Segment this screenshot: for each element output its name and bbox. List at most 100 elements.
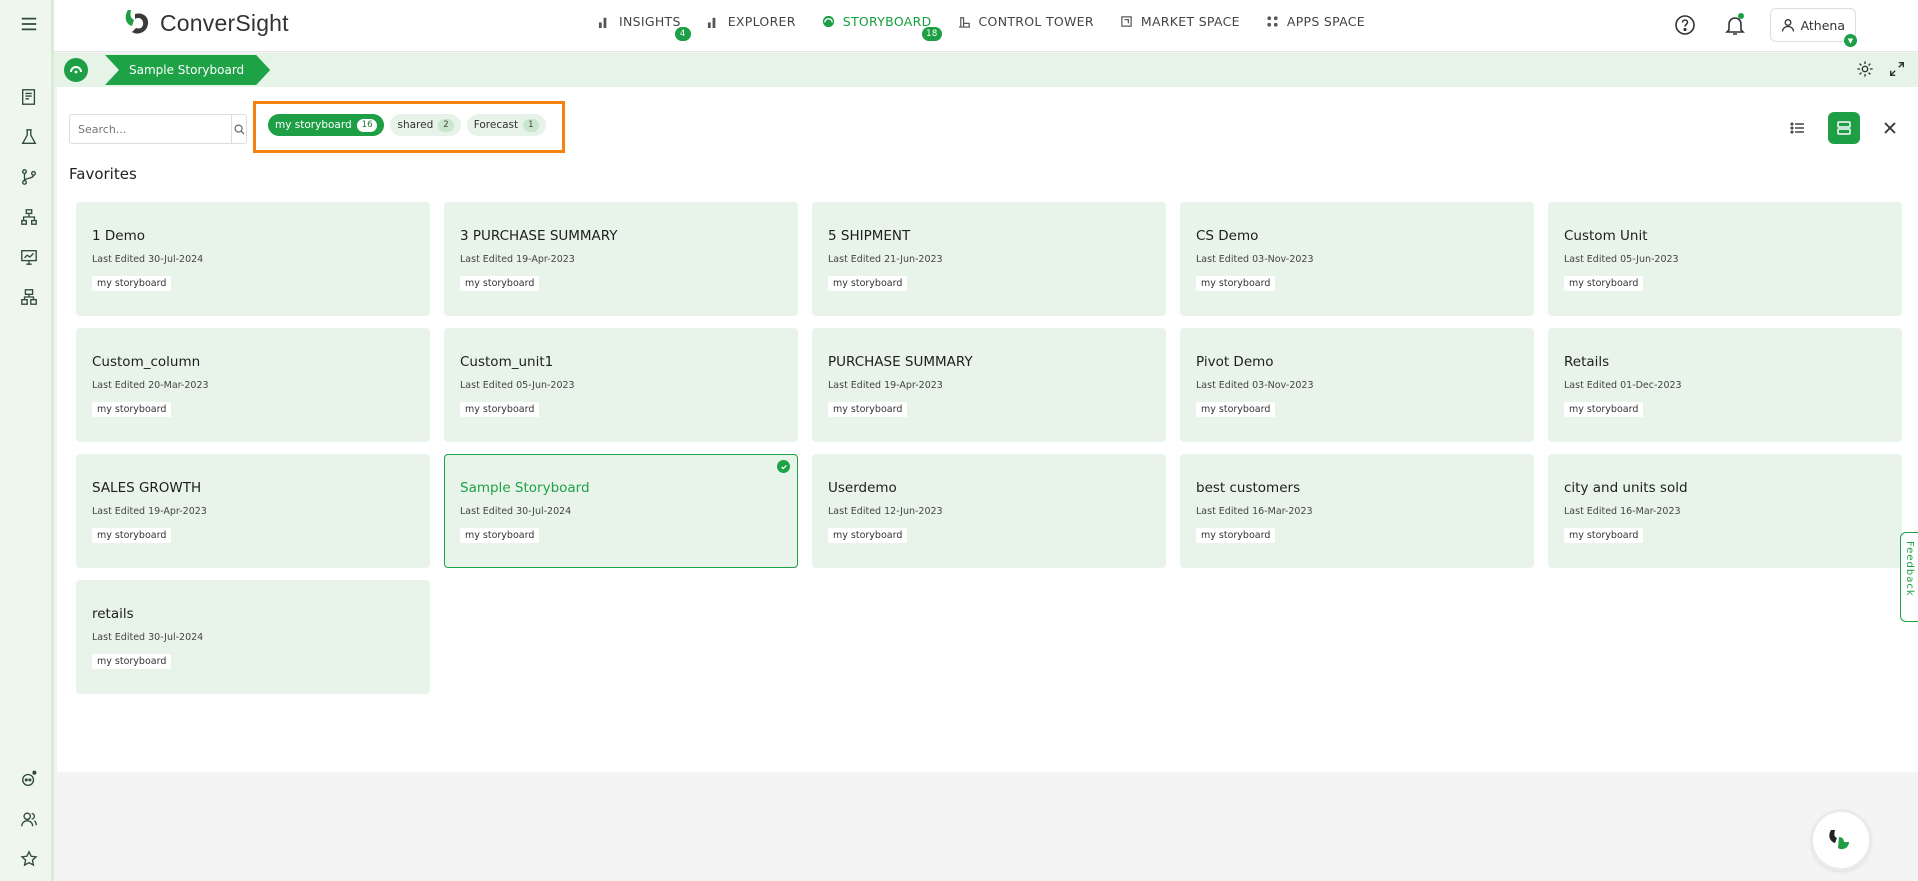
main-nav: INSIGHTS 4 EXPLORER STORYBOARD 18 CONTRO… xyxy=(598,14,1365,41)
search-button[interactable] xyxy=(231,115,246,143)
nav-market-space[interactable]: MARKET SPACE xyxy=(1120,14,1240,29)
chat-assistant-button[interactable] xyxy=(1813,812,1869,868)
apps-icon xyxy=(1267,16,1278,27)
card-last-edited: Last Edited 19-Apr-2023 xyxy=(828,380,943,391)
filter-highlight: my storyboard 16 shared 2 Forecast 1 xyxy=(253,101,565,153)
storyboard-card[interactable]: 5 SHIPMENT Last Edited 21-Jun-2023 my stor… xyxy=(812,202,1166,316)
star-icon[interactable] xyxy=(18,848,40,870)
card-last-edited: Last Edited 05-Jun-2023 xyxy=(460,380,575,391)
presentation-chart-icon[interactable] xyxy=(18,246,40,268)
filter-chips: my storyboard 16 shared 2 Forecast 1 xyxy=(268,114,546,136)
storyboard-card[interactable]: PURCHASE SUMMARY Last Edited 19-Apr-2023 m… xyxy=(812,328,1166,442)
card-tag: my storyboard xyxy=(1196,276,1276,291)
card-title: 5 SHIPMENT xyxy=(828,228,911,244)
storyboard-card[interactable]: Sample Storyboard Last Edited 30-Jul-2024… xyxy=(444,454,798,568)
filter-chip-my-storyboard[interactable]: my storyboard 16 xyxy=(268,114,385,136)
card-last-edited: Last Edited 30-Jul-2024 xyxy=(92,254,204,265)
nav-market-space-label: MARKET SPACE xyxy=(1140,14,1240,29)
storyboard-count-badge: 18 xyxy=(922,27,942,41)
card-last-edited: Last Edited 19-Apr-2023 xyxy=(460,254,575,265)
hierarchy-icon[interactable] xyxy=(18,206,40,228)
storyboard-card[interactable]: Custom_unit1 Last Edited 05-Jun-2023 my st… xyxy=(444,328,798,442)
nav-insights-label: INSIGHTS xyxy=(619,14,681,29)
expand-icon[interactable] xyxy=(1888,60,1906,82)
brand-logo[interactable]: ConverSight xyxy=(122,8,289,38)
card-tag: my storyboard xyxy=(92,402,172,417)
close-icon xyxy=(1884,122,1896,134)
storyboard-card[interactable]: Pivot Demo Last Edited 03-Nov-2023 my stor… xyxy=(1180,328,1534,442)
hamburger-menu-icon[interactable] xyxy=(18,13,40,35)
filter-chip-count: 1 xyxy=(523,118,539,132)
assistant-bot-icon[interactable] xyxy=(18,768,40,790)
storyboard-card[interactable]: 3 PURCHASE SUMMARY Last Edited 19-Apr-202… xyxy=(444,202,798,316)
storyboard-card[interactable]: retails Last Edited 30-Jul-2024 my storybo… xyxy=(76,580,430,694)
close-button[interactable] xyxy=(1874,112,1906,144)
assistant-logo-icon xyxy=(1829,830,1849,850)
nav-apps-space-label: APPS SPACE xyxy=(1286,14,1366,29)
card-title: Userdemo xyxy=(828,480,897,496)
storyboard-home-icon[interactable] xyxy=(64,58,88,82)
storyboard-grid: 1 Demo Last Edited 30-Jul-2024 my storyboa… xyxy=(76,202,1902,694)
filter-chip-shared[interactable]: shared 2 xyxy=(390,114,461,136)
users-icon[interactable] xyxy=(18,808,40,830)
nav-insights[interactable]: INSIGHTS 4 xyxy=(598,14,691,41)
breadcrumb-current[interactable]: Sample Storyboard xyxy=(105,55,270,85)
gear-icon[interactable] xyxy=(1856,60,1874,82)
breadcrumb: Sample Storyboard xyxy=(54,53,1918,87)
search-input[interactable] xyxy=(70,115,231,143)
storyboard-card[interactable]: best customers Last Edited 16-Mar-2023 my … xyxy=(1180,454,1534,568)
search-box xyxy=(69,114,247,144)
chevron-down-icon: ▼ xyxy=(1844,34,1857,47)
storyboard-panel: my storyboard 16 shared 2 Forecast 1 Fav… xyxy=(57,87,1918,772)
nav-explorer[interactable]: EXPLORER xyxy=(707,14,796,29)
card-tag: my storyboard xyxy=(1196,402,1276,417)
user-menu[interactable]: Athena ▼ xyxy=(1769,8,1857,47)
help-icon xyxy=(1674,15,1695,35)
storyboard-card[interactable]: SALES GROWTH Last Edited 19-Apr-2023 my st… xyxy=(76,454,430,568)
help-button[interactable] xyxy=(1670,10,1700,40)
card-title: Sample Storyboard xyxy=(460,480,590,496)
branch-icon[interactable] xyxy=(18,166,40,188)
card-title: SALES GROWTH xyxy=(92,480,202,496)
insights-count-badge: 4 xyxy=(674,27,691,41)
list-view-button[interactable] xyxy=(1782,112,1814,144)
card-title: 1 Demo xyxy=(92,228,145,244)
notifications-button[interactable] xyxy=(1720,10,1750,40)
filter-chip-forecast[interactable]: Forecast 1 xyxy=(466,114,546,136)
market-icon xyxy=(1121,16,1132,27)
storyboard-card[interactable]: Custom_column Last Edited 20-Mar-2023 my s… xyxy=(76,328,430,442)
filter-chip-label: Forecast xyxy=(473,119,519,131)
flask-icon[interactable] xyxy=(18,126,40,148)
section-title: Favorites xyxy=(69,165,137,183)
storyboard-card[interactable]: Retails Last Edited 01-Dec-2023 my storybo… xyxy=(1548,328,1902,442)
card-view-button[interactable] xyxy=(1828,112,1860,144)
user-icon xyxy=(1781,19,1794,32)
storyboard-card[interactable]: CS Demo Last Edited 03-Nov-2023 my storybo… xyxy=(1180,202,1534,316)
card-tag: my storyboard xyxy=(1564,276,1644,291)
nav-storyboard[interactable]: STORYBOARD 18 xyxy=(822,14,942,41)
nav-apps-space[interactable]: APPS SPACE xyxy=(1266,14,1365,29)
card-title: PURCHASE SUMMARY xyxy=(828,354,973,370)
org-chart-icon[interactable] xyxy=(18,286,40,308)
breadcrumb-actions xyxy=(1856,60,1906,82)
card-title: CS Demo xyxy=(1196,228,1259,244)
feedback-tab[interactable]: Feedback xyxy=(1900,532,1918,622)
bar-chart-icon xyxy=(707,17,716,28)
card-title: 3 PURCHASE SUMMARY xyxy=(460,228,618,244)
card-tag: my storyboard xyxy=(828,402,908,417)
card-tag: my storyboard xyxy=(1564,528,1644,543)
storyboard-card[interactable]: Userdemo Last Edited 12-Jun-2023 my storyb… xyxy=(812,454,1166,568)
list-icon xyxy=(1790,122,1804,134)
report-icon[interactable] xyxy=(18,86,40,108)
card-last-edited: Last Edited 05-Jun-2023 xyxy=(1564,254,1679,265)
top-navigation-bar: ConverSight INSIGHTS 4 EXPLORER STORYBOA… xyxy=(54,0,1918,52)
conversight-logo-icon xyxy=(122,8,152,38)
left-sidebar xyxy=(0,0,54,881)
nav-control-tower[interactable]: CONTROL TOWER xyxy=(958,14,1094,29)
card-title: Custom Unit xyxy=(1564,228,1648,244)
card-tag: my storyboard xyxy=(92,528,172,543)
storyboard-card[interactable]: city and units sold Last Edited 16-Mar-20… xyxy=(1548,454,1902,568)
card-last-edited: Last Edited 20-Mar-2023 xyxy=(92,380,209,391)
storyboard-card[interactable]: Custom Unit Last Edited 05-Jun-2023 my sto… xyxy=(1548,202,1902,316)
storyboard-card[interactable]: 1 Demo Last Edited 30-Jul-2024 my storyboa… xyxy=(76,202,430,316)
